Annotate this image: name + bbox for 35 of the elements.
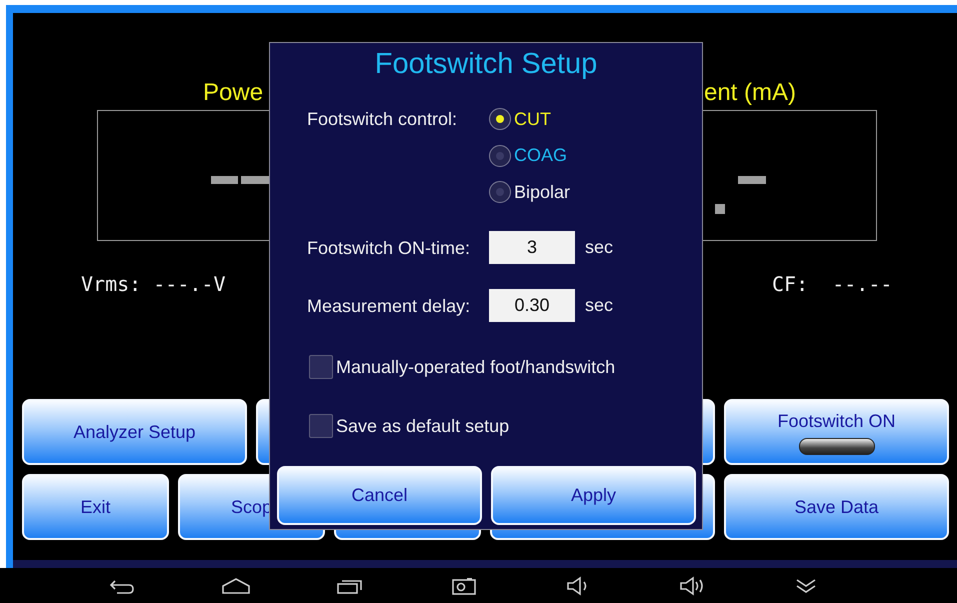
dialog-button[interactable]: Apply: [491, 466, 696, 524]
radio-label: COAG: [514, 145, 568, 166]
field-label: Measurement delay:: [307, 296, 470, 316]
radio-button[interactable]: [489, 108, 511, 130]
back-icon[interactable]: [109, 578, 135, 594]
input-field[interactable]: 3: [489, 231, 575, 264]
radio-label: CUT: [514, 108, 551, 130]
home-icon[interactable]: [222, 578, 250, 594]
volume-up-icon[interactable]: [679, 576, 705, 596]
readout-label: Powe: [203, 79, 264, 106]
radio-button[interactable]: [489, 144, 511, 167]
unit-label: sec: [585, 237, 614, 258]
dash-segments: [715, 176, 766, 214]
dialog-title: Footswitch Setup: [374, 48, 598, 80]
app-button[interactable]: Save Data: [724, 474, 949, 540]
stat-text: CF: --.--: [772, 272, 892, 296]
field-label: Footswitch ON-time:: [307, 238, 470, 258]
field-label: Footswitch control:: [307, 109, 458, 129]
checkbox[interactable]: [309, 414, 333, 438]
radio-label: Bipolar: [514, 182, 570, 203]
unit-label: sec: [585, 295, 614, 316]
app-button[interactable]: Exit: [22, 474, 169, 540]
radio-button[interactable]: [489, 181, 511, 204]
readout-label: ent (mA): [704, 79, 796, 106]
recent-apps-icon[interactable]: [337, 578, 363, 594]
app-button[interactable]: Footswitch ON: [724, 399, 949, 465]
input-field[interactable]: 0.30: [489, 289, 575, 322]
checkbox-label: Manually-operated foot/handswitch: [336, 356, 616, 378]
dialog-button[interactable]: Cancel: [277, 466, 482, 524]
camera-icon[interactable]: [452, 576, 476, 594]
checkbox[interactable]: [309, 354, 333, 378]
chevron-down-icon[interactable]: [795, 578, 817, 594]
stat-text: Vrms: ---.-V: [81, 272, 226, 296]
app-button[interactable]: Analyzer Setup: [22, 399, 247, 465]
checkbox-label: Save as default setup: [336, 414, 510, 438]
